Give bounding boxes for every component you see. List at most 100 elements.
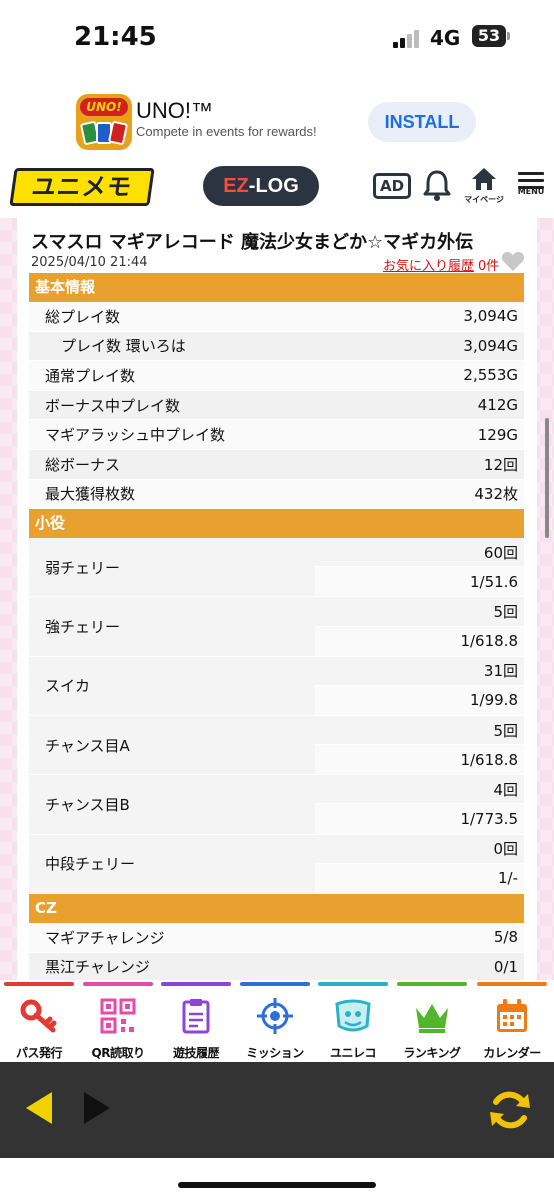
- mypage-label: マイページ: [464, 195, 504, 204]
- status-bar: 21:45 4G 53: [0, 0, 554, 78]
- row-value: 432枚: [474, 485, 518, 504]
- row-label: ボーナス中プレイ数: [45, 396, 181, 415]
- scrollbar[interactable]: [545, 418, 549, 538]
- tab-label: パス発行: [15, 1046, 63, 1060]
- network-type: 4G: [430, 26, 461, 50]
- uno-logo: UNO!: [80, 98, 128, 116]
- tab-play-history[interactable]: 遊技履歴: [161, 980, 231, 1062]
- tab-qr-reader[interactable]: QR読取り: [83, 980, 153, 1062]
- bottom-tab-bar: パス発行 QR読取り 遊技履歴 ミッション ユニレコ ランキング カレンダー: [0, 980, 554, 1062]
- tab-label: QR読取り: [91, 1046, 145, 1060]
- section-koyaku: 小役: [29, 509, 524, 539]
- row-probability: 1/773.5: [315, 804, 524, 834]
- favorite-history-link[interactable]: お気に入り履歴: [383, 259, 474, 274]
- crown-icon: [416, 1004, 448, 1033]
- row-value: 5/8: [493, 928, 518, 947]
- content-panel: スマスロ マギアレコード 魔法少女まどか☆マギカ外伝 2025/04/10 21…: [17, 218, 537, 980]
- menu-label: MENU: [517, 187, 545, 196]
- row-count: 60回: [315, 538, 524, 568]
- row-label: プレイ数 環いろは: [61, 337, 186, 356]
- data-table: 基本情報 総プレイ数 3,094G プレイ数 環いろは 3,094G 通常プレイ数 2…: [29, 273, 524, 980]
- row-value: 3,094G: [463, 307, 518, 326]
- row-count: 31回: [315, 656, 524, 686]
- status-time: 21:45: [74, 22, 157, 52]
- row-label: 最大獲得枚数: [45, 485, 136, 504]
- tab-ranking[interactable]: ランキング: [397, 980, 467, 1062]
- ad-app-name[interactable]: UNO!™: [136, 98, 213, 124]
- bell-icon[interactable]: [421, 168, 453, 202]
- table-row: 中段チェリー 0回 1/-: [29, 834, 524, 894]
- table-row: 弱チェリー 60回 1/51.6: [29, 538, 524, 598]
- tab-mission[interactable]: ミッション: [240, 980, 310, 1062]
- table-row: 黒江チャレンジ 0/1: [29, 952, 524, 980]
- row-count: 0回: [315, 834, 524, 864]
- section-basic-info: 基本情報: [29, 273, 524, 302]
- row-label: マギアラッシュ中プレイ数: [45, 426, 226, 445]
- table-row: チャンス目A 5回 1/618.8: [29, 716, 524, 776]
- post-date: 2025/04/10 21:44: [31, 255, 148, 270]
- heart-icon[interactable]: [501, 250, 525, 272]
- tab-label: ランキング: [403, 1046, 461, 1060]
- reload-icon[interactable]: [486, 1086, 534, 1134]
- tab-pass-issue[interactable]: パス発行: [4, 980, 74, 1062]
- calendar-icon: [497, 999, 527, 1032]
- table-row: 強チェリー 5回 1/618.8: [29, 597, 524, 657]
- ad-subtitle: Compete in events for rewards!: [136, 124, 317, 139]
- site-header: ユニメモ EZ-LOG AD マイページ MENU: [0, 160, 554, 216]
- row-probability: 1/99.8: [315, 685, 524, 716]
- tab-label: ユニレコ: [329, 1046, 377, 1060]
- row-label: チャンス目A: [29, 716, 315, 775]
- ad-banner[interactable]: UNO! UNO!™ Compete in events for rewards…: [0, 90, 554, 154]
- menu-button[interactable]: MENU: [514, 168, 548, 208]
- home-icon: [472, 168, 496, 190]
- row-probability: 1/618.8: [315, 745, 524, 775]
- row-label: 中段チェリー: [29, 834, 315, 893]
- row-value: 0/1: [493, 957, 518, 976]
- back-arrow-icon[interactable]: [26, 1092, 52, 1124]
- favorite-count: 0件: [478, 259, 500, 274]
- home-indicator[interactable]: [178, 1182, 376, 1188]
- favorite-history: お気に入り履歴 0件: [383, 255, 499, 274]
- koyaku-rows: 弱チェリー 60回 1/51.6 強チェリー 5回 1/618.8 スイカ 31回 1/99…: [29, 538, 524, 894]
- row-label: 総ボーナス: [45, 455, 121, 474]
- key-icon: [20, 999, 57, 1033]
- table-row: チャンス目B 4回 1/773.5: [29, 775, 524, 835]
- unimemo-logo[interactable]: ユニメモ: [9, 168, 155, 206]
- table-row: マギアラッシュ中プレイ数 129G: [29, 420, 524, 450]
- ezlog-prefix: EZ: [223, 175, 249, 197]
- clipboard-icon: [182, 999, 210, 1034]
- row-count: 5回: [315, 716, 524, 746]
- qr-code-icon: [100, 998, 136, 1034]
- install-button[interactable]: INSTALL: [368, 102, 476, 142]
- tab-unireco[interactable]: ユニレコ: [318, 980, 388, 1062]
- browser-toolbar: [0, 1062, 554, 1158]
- row-label: 通常プレイ数: [45, 366, 136, 385]
- ad-button[interactable]: AD: [373, 173, 411, 199]
- row-probability: 1/618.8: [315, 626, 524, 656]
- row-value: 3,094G: [463, 336, 518, 355]
- table-row: 通常プレイ数 2,553G: [29, 361, 524, 391]
- table-row: スイカ 31回 1/99.8: [29, 656, 524, 717]
- row-label: 強チェリー: [29, 597, 315, 656]
- battery-icon: 53: [472, 25, 506, 47]
- ezlog-button[interactable]: EZ-LOG: [203, 166, 319, 206]
- row-value: 12回: [483, 455, 518, 474]
- tab-label: ミッション: [246, 1046, 304, 1060]
- tab-label: カレンダー: [483, 1046, 541, 1060]
- mypage-button[interactable]: マイページ: [464, 166, 504, 208]
- table-row: マギアチャレンジ 5/8: [29, 922, 524, 953]
- row-label: 総プレイ数: [45, 307, 121, 326]
- unireco-icon: [335, 999, 371, 1032]
- row-label: チャンス目B: [29, 775, 315, 834]
- row-count: 5回: [315, 597, 524, 627]
- row-count: 4回: [315, 775, 524, 805]
- row-probability: 1/51.6: [315, 567, 524, 597]
- uno-app-icon[interactable]: UNO!: [76, 94, 132, 150]
- row-label: マギアチャレンジ: [45, 928, 165, 947]
- tab-calendar[interactable]: カレンダー: [477, 980, 547, 1062]
- row-value: 2,553G: [463, 366, 518, 385]
- table-row: ボーナス中プレイ数 412G: [29, 390, 524, 421]
- forward-arrow-icon[interactable]: [84, 1092, 110, 1124]
- cz-rows: マギアチャレンジ 5/8 黒江チャレンジ 0/1: [29, 922, 524, 980]
- row-value: 412G: [477, 396, 518, 415]
